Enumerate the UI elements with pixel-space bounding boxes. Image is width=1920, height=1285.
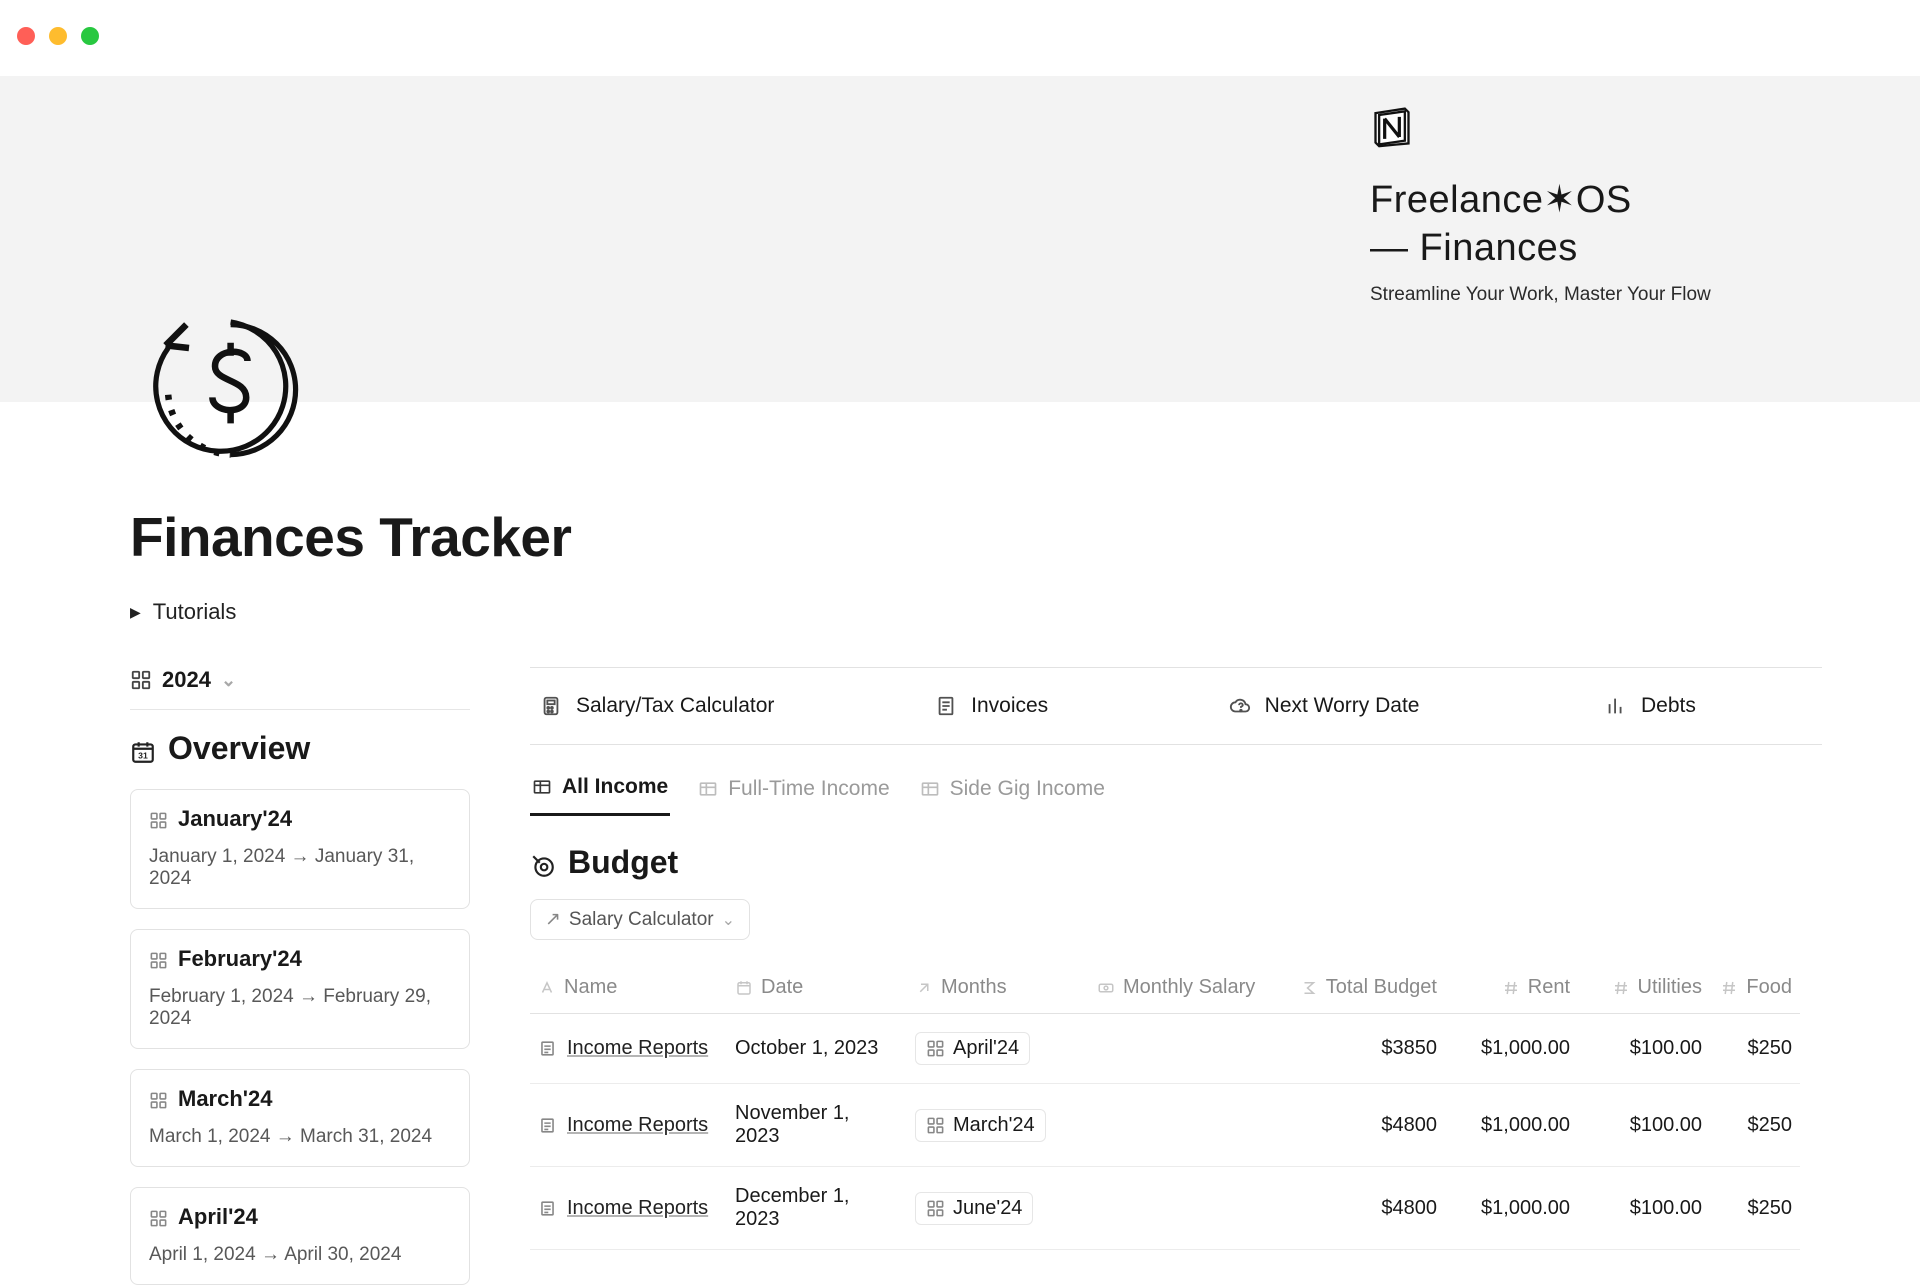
page-icon [150, 309, 306, 465]
year-label: 2024 [162, 667, 211, 693]
month-title: March'24 [178, 1086, 273, 1112]
year-selector[interactable]: 2024 ⌄ [130, 667, 470, 693]
tutorials-label: Tutorials [153, 599, 237, 625]
month-range: January 1, 2024 → January 31, 2024 [149, 846, 451, 890]
month-range: April 1, 2024 → April 30, 2024 [149, 1244, 451, 1266]
window-controls [17, 27, 99, 45]
month-title: February'24 [178, 946, 302, 972]
row-food: $250 [1748, 1114, 1793, 1137]
tab-all-income[interactable]: All Income [530, 775, 670, 816]
row-name[interactable]: Income Reports [567, 1037, 708, 1060]
row-food: $250 [1748, 1037, 1793, 1060]
number-prop-icon [1720, 979, 1738, 997]
table-icon [698, 779, 718, 799]
money-prop-icon [1097, 979, 1115, 997]
tool-debts[interactable]: Debts [1605, 694, 1812, 718]
months-pill[interactable]: April'24 [915, 1032, 1030, 1065]
table-row[interactable]: Income Reports December 1, 2023 June'24 … [530, 1167, 1822, 1250]
month-card[interactable]: March'24 March 1, 2024 → March 31, 2024 [130, 1069, 470, 1167]
brand-title: Freelance✶OS — Finances [1370, 177, 1711, 272]
board-icon [149, 950, 168, 969]
board-icon [926, 1039, 945, 1058]
row-rent: $1,000.00 [1481, 1114, 1570, 1137]
row-date: October 1, 2023 [735, 1037, 878, 1060]
quick-links-toolbar: Salary/Tax Calculator Invoices Next Worr… [530, 667, 1822, 745]
row-utilities: $100.00 [1630, 1114, 1702, 1137]
page-title: Finances Tracker [130, 505, 1822, 569]
number-prop-icon [1612, 979, 1630, 997]
salary-calculator-chip[interactable]: ↗ Salary Calculator ⌄ [530, 899, 750, 940]
notion-logo-icon [1370, 104, 1711, 153]
brand-block: Freelance✶OS — Finances Streamline Your … [1370, 104, 1711, 306]
row-date: November 1, 2023 [735, 1102, 899, 1148]
board-icon [149, 1090, 168, 1109]
month-title: April'24 [178, 1204, 258, 1230]
table-row[interactable]: Income Reports October 1, 2023 April'24 … [530, 1014, 1822, 1084]
table-header: Name Date Months Monthly Salary Total Bu… [530, 962, 1822, 1014]
calendar-icon: 31 [130, 736, 156, 762]
tab-side-gig-income[interactable]: Side Gig Income [918, 775, 1107, 816]
table-icon [532, 777, 552, 797]
budget-heading: Budget [530, 844, 1822, 881]
table-icon [920, 779, 940, 799]
month-card[interactable]: January'24 January 1, 2024 → January 31,… [130, 789, 470, 909]
doc-icon [538, 1199, 557, 1218]
chevron-down-icon: ⌄ [221, 670, 236, 691]
months-pill[interactable]: June'24 [915, 1192, 1033, 1225]
minimize-window-button[interactable] [49, 27, 67, 45]
row-total-budget: $3850 [1381, 1037, 1437, 1060]
overview-heading: 31 Overview [130, 730, 470, 767]
doc-icon [538, 1116, 557, 1135]
month-range: March 1, 2024 → March 31, 2024 [149, 1126, 451, 1148]
relation-prop-icon [915, 979, 933, 997]
board-icon [149, 810, 168, 829]
row-utilities: $100.00 [1630, 1037, 1702, 1060]
text-prop-icon [538, 979, 556, 997]
row-date: December 1, 2023 [735, 1185, 899, 1231]
invoice-icon [935, 695, 957, 717]
board-icon [130, 669, 152, 691]
month-card[interactable]: February'24 February 1, 2024 → February … [130, 929, 470, 1049]
maximize-window-button[interactable] [81, 27, 99, 45]
month-range: February 1, 2024 → February 29, 2024 [149, 986, 451, 1030]
target-hand-icon [530, 850, 556, 876]
caret-right-icon: ▶ [130, 604, 141, 621]
tab-full-time-income[interactable]: Full-Time Income [696, 775, 891, 816]
months-pill[interactable]: March'24 [915, 1109, 1046, 1142]
svg-text:31: 31 [138, 750, 148, 760]
bars-icon [1605, 695, 1627, 717]
number-prop-icon [1502, 979, 1520, 997]
formula-prop-icon [1300, 979, 1318, 997]
income-tabs: All Income Full-Time Income Side Gig Inc… [530, 775, 1822, 816]
arrow-up-right-icon: ↗ [545, 908, 561, 931]
close-window-button[interactable] [17, 27, 35, 45]
tutorials-toggle[interactable]: ▶ Tutorials [130, 599, 1822, 625]
tool-next-worry-date[interactable]: Next Worry Date [1229, 694, 1605, 718]
tool-salary-tax-calculator[interactable]: Salary/Tax Calculator [540, 694, 935, 718]
table-row[interactable]: Income Reports November 1, 2023 March'24… [530, 1084, 1822, 1167]
board-icon [926, 1116, 945, 1135]
chevron-down-icon: ⌄ [722, 910, 735, 930]
calculator-icon [540, 695, 562, 717]
date-prop-icon [735, 979, 753, 997]
cloud-question-icon [1229, 695, 1251, 717]
brand-tagline: Streamline Your Work, Master Your Flow [1370, 284, 1711, 306]
month-card[interactable]: April'24 April 1, 2024 → April 30, 2024 [130, 1187, 470, 1285]
divider [130, 709, 470, 710]
month-title: January'24 [178, 806, 292, 832]
row-rent: $1,000.00 [1481, 1037, 1570, 1060]
tool-invoices[interactable]: Invoices [935, 694, 1229, 718]
budget-table: Name Date Months Monthly Salary Total Bu… [530, 962, 1822, 1250]
doc-icon [538, 1039, 557, 1058]
row-total-budget: $4800 [1381, 1114, 1437, 1137]
row-name[interactable]: Income Reports [567, 1114, 708, 1137]
board-icon [926, 1199, 945, 1218]
board-icon [149, 1208, 168, 1227]
